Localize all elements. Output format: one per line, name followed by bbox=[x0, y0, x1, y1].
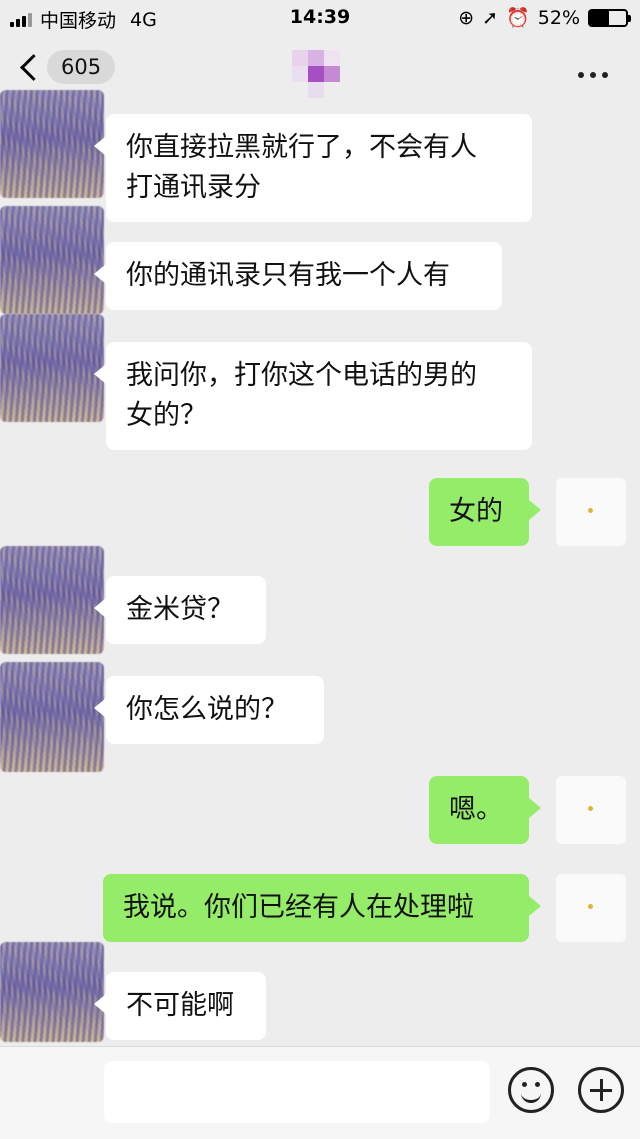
status-bar: 中国移动 4G 14:39 ⊕ ➚ ⏰ 52% bbox=[0, 0, 640, 36]
my-avatar[interactable] bbox=[556, 874, 626, 942]
message-line: 金米贷？ bbox=[126, 594, 234, 625]
message-input-bar bbox=[0, 1046, 640, 1139]
message-bubble-incoming[interactable]: 你的通讯录只有我一个人有 bbox=[94, 242, 502, 310]
message-line: 你直接拉黑就行了，不会有人 bbox=[126, 132, 477, 163]
back-button[interactable]: 605 bbox=[20, 50, 116, 84]
message-bubble-incoming[interactable]: 你直接拉黑就行了，不会有人 打通讯录分 bbox=[94, 114, 532, 222]
my-avatar[interactable] bbox=[556, 776, 626, 844]
message-bubble-incoming[interactable]: 我问你，打你这个电话的男的 女的？ bbox=[94, 342, 532, 450]
message-line: 不可能啊 bbox=[126, 990, 234, 1021]
contact-avatar[interactable] bbox=[292, 50, 340, 98]
battery-icon bbox=[588, 8, 631, 27]
message-input[interactable] bbox=[104, 1061, 490, 1123]
sender-avatar[interactable] bbox=[0, 546, 104, 654]
sender-avatar[interactable] bbox=[0, 314, 104, 422]
emoji-icon[interactable] bbox=[508, 1067, 554, 1113]
location-icon: ➚ bbox=[482, 6, 499, 29]
plus-icon[interactable] bbox=[578, 1067, 624, 1113]
chevron-left-icon bbox=[20, 53, 47, 81]
message-line: 我问你，打你这个电话的男的 bbox=[126, 360, 477, 391]
message-line: 我说。你们已经有人在处理啦 bbox=[123, 892, 474, 923]
message-bubble-incoming[interactable]: 金米贷？ bbox=[94, 576, 266, 644]
message-line: 女的 bbox=[449, 496, 503, 527]
status-right: ⊕ ➚ ⏰ 52% bbox=[458, 6, 631, 29]
unread-count-badge: 605 bbox=[47, 50, 116, 84]
message-bubble-outgoing[interactable]: 嗯。 bbox=[429, 776, 541, 844]
message-line: 你怎么说的？ bbox=[126, 694, 288, 725]
sender-avatar[interactable] bbox=[0, 90, 104, 198]
message-bubble-incoming[interactable]: 不可能啊 bbox=[94, 972, 266, 1040]
chat-messages[interactable]: 你直接拉黑就行了，不会有人 打通讯录分 你的通讯录只有我一个人有 我问你，打你这… bbox=[0, 90, 640, 1046]
sender-avatar[interactable] bbox=[0, 942, 104, 1042]
battery-percent: 52% bbox=[537, 6, 580, 29]
message-line: 嗯。 bbox=[449, 794, 503, 825]
message-bubble-outgoing[interactable]: 女的 bbox=[429, 478, 541, 546]
message-bubble-incoming[interactable]: 你怎么说的？ bbox=[94, 676, 324, 744]
orientation-lock-icon: ⊕ bbox=[458, 6, 475, 29]
my-avatar[interactable] bbox=[556, 478, 626, 546]
message-line: 你的通讯录只有我一个人有 bbox=[126, 260, 450, 291]
message-line: 女的？ bbox=[126, 400, 207, 431]
message-line: 打通讯录分 bbox=[126, 172, 261, 203]
sender-avatar[interactable] bbox=[0, 662, 104, 772]
more-dots-icon[interactable] bbox=[578, 72, 608, 78]
sender-avatar[interactable] bbox=[0, 206, 104, 314]
alarm-icon: ⏰ bbox=[506, 7, 530, 29]
message-bubble-outgoing[interactable]: 我说。你们已经有人在处理啦 bbox=[103, 874, 541, 942]
